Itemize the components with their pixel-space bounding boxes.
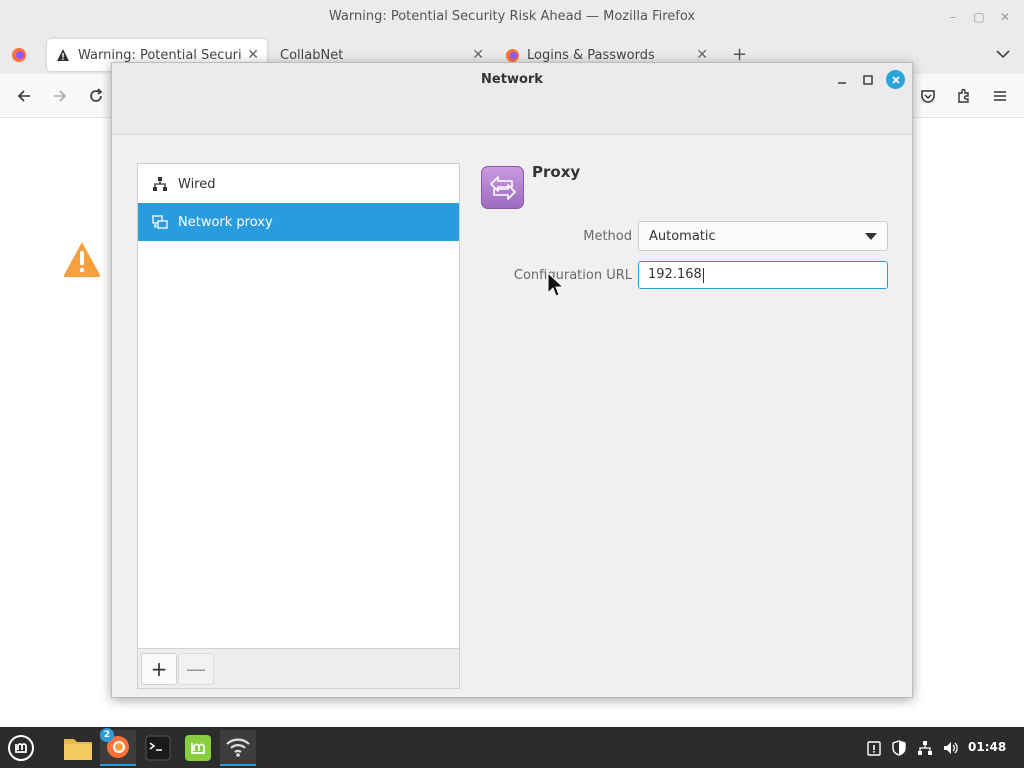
network-proxy-icon xyxy=(152,214,168,230)
maximize-icon[interactable] xyxy=(861,73,875,87)
chevron-down-icon xyxy=(865,233,877,240)
clipboard-alert-icon[interactable] xyxy=(865,739,883,757)
connection-label: Wired xyxy=(178,176,216,192)
shield-icon[interactable] xyxy=(890,739,908,757)
dialog-title: Network xyxy=(481,72,543,87)
warning-icon xyxy=(56,48,70,62)
close-dialog-icon[interactable] xyxy=(886,70,905,89)
method-label: Method xyxy=(583,229,632,244)
text-cursor xyxy=(702,267,704,283)
minimize-icon[interactable] xyxy=(835,73,849,87)
tab-label: Warning: Potential Security Risk Ahead xyxy=(78,47,242,63)
connection-item-network-proxy[interactable]: Network proxy xyxy=(138,203,459,241)
configuration-url-label: Configuration URL xyxy=(513,268,632,283)
mint-menu-icon[interactable] xyxy=(3,730,39,766)
remove-connection-button[interactable]: — xyxy=(178,653,214,685)
minimize-window-button[interactable]: – xyxy=(946,10,960,24)
close-tab-icon[interactable]: ✕ xyxy=(247,47,259,63)
window-title: Warning: Potential Security Risk Ahead —… xyxy=(328,9,696,24)
close-tab-icon[interactable]: ✕ xyxy=(696,47,708,63)
terminal-icon[interactable] xyxy=(140,730,176,766)
firefox-icon xyxy=(505,48,520,63)
firefox-view-icon[interactable] xyxy=(11,47,27,63)
forward-arrow-icon[interactable] xyxy=(48,84,72,108)
dialog-header: Network xyxy=(112,63,912,135)
wired-network-icon xyxy=(152,176,168,192)
tab-label: CollabNet xyxy=(280,47,344,63)
reload-icon[interactable] xyxy=(84,84,108,108)
back-arrow-icon[interactable] xyxy=(12,84,36,108)
clock[interactable]: 01:48 xyxy=(968,740,1006,754)
configuration-url-input[interactable]: 192.168 xyxy=(638,261,888,289)
method-value: Automatic xyxy=(649,228,716,244)
extensions-icon[interactable] xyxy=(952,84,976,108)
tab-label: Logins & Passwords xyxy=(527,47,655,63)
network-dialog: Network Wired Network proxy + — Proxy Me… xyxy=(111,62,913,698)
connection-list: Wired Network proxy + — xyxy=(137,163,460,689)
taskbar: 2 01:48 xyxy=(0,727,1024,768)
configuration-url-value: 192.168 xyxy=(648,267,702,282)
method-dropdown[interactable]: Automatic xyxy=(638,221,888,251)
mint-update-manager-icon[interactable] xyxy=(180,730,216,766)
close-window-button[interactable]: ✕ xyxy=(998,10,1012,24)
close-tab-icon[interactable]: ✕ xyxy=(472,47,484,63)
notification-badge: 2 xyxy=(100,728,114,742)
maximize-window-button[interactable]: ▢ xyxy=(972,10,986,24)
network-wired-tray-icon[interactable] xyxy=(916,739,934,757)
pocket-icon[interactable] xyxy=(916,84,940,108)
connection-toolbar: + — xyxy=(138,648,459,688)
menu-hamburger-icon[interactable] xyxy=(988,84,1012,108)
mouse-pointer-icon xyxy=(547,271,565,298)
add-connection-button[interactable]: + xyxy=(141,653,177,685)
proxy-heading: Proxy xyxy=(532,163,581,181)
files-folder-icon[interactable] xyxy=(60,730,96,766)
network-settings-taskbar-icon[interactable] xyxy=(220,730,256,766)
connection-label: Network proxy xyxy=(178,214,273,230)
proxy-icon xyxy=(481,166,524,209)
firefox-titlebar: Warning: Potential Security Risk Ahead —… xyxy=(0,0,1024,36)
warning-triangle-icon xyxy=(62,240,102,278)
volume-icon[interactable] xyxy=(941,739,959,757)
list-all-tabs-icon[interactable] xyxy=(996,48,1010,63)
connection-item-wired[interactable]: Wired xyxy=(138,165,459,203)
